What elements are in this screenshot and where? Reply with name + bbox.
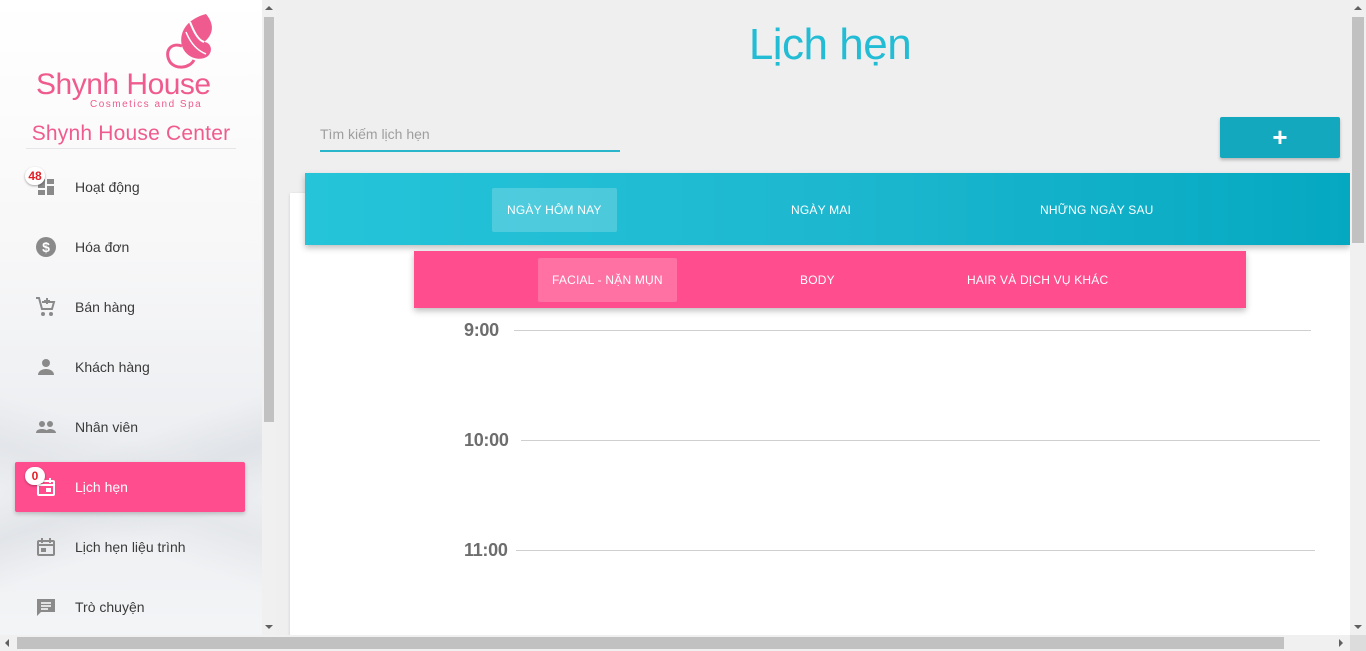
sidebar-item-label: Nhân viên [75, 419, 139, 435]
notification-badge: 48 [25, 167, 45, 185]
time-slot-line [516, 550, 1315, 551]
main-scrollbar[interactable] [1350, 0, 1366, 635]
sidebar-item-lich-hen[interactable]: 0 Lịch hẹn [15, 462, 245, 512]
scrollbar-thumb[interactable] [264, 17, 274, 422]
sidebar-item-hoa-don[interactable]: $ Hóa đơn [15, 222, 245, 272]
chat-icon [37, 599, 55, 616]
center-name: Shynh House Center [31, 122, 231, 145]
sidebar-item-khach-hang[interactable]: Khách hàng [15, 342, 245, 392]
person-icon [38, 359, 54, 375]
butterfly-logo-icon [166, 14, 212, 69]
scroll-down-arrow-icon[interactable] [265, 625, 273, 629]
logo-text: Shynh House [36, 68, 211, 101]
time-slot-label: 10:00 [464, 430, 509, 450]
people-icon [36, 421, 56, 433]
sidebar-item-label: Lịch hẹn [75, 479, 128, 495]
notification-badge: 0 [25, 467, 45, 485]
sidebar-nav: 48 Hoạt động $ Hóa đơn Bán hàng Khách hà… [15, 162, 245, 635]
sidebar: Shynh House Cosmetics and Spa Shynh Hous… [0, 0, 262, 635]
tab-today[interactable]: NGÀY HÔM NAY [492, 188, 617, 232]
sidebar-item-label: Khách hàng [75, 359, 150, 375]
scroll-down-arrow-icon[interactable] [1354, 625, 1362, 629]
main-content: Lịch hẹn + NGÀY HÔM NAY NGÀY MAI NHỮNG N… [276, 0, 1350, 643]
sidebar-item-hoat-dong[interactable]: 48 Hoạt động [15, 162, 245, 212]
scroll-right-arrow-icon[interactable] [1339, 639, 1343, 647]
scrollbar-thumb[interactable] [1352, 17, 1364, 243]
sidebar-item-label: Trò chuyện [75, 599, 145, 615]
dollar-circle-icon: $ [36, 237, 56, 257]
tab-body[interactable]: BODY [786, 258, 849, 302]
scroll-left-arrow-icon[interactable] [5, 639, 9, 647]
day-tabs: NGÀY HÔM NAY NGÀY MAI NHỮNG NGÀY SAU [305, 173, 1350, 245]
sidebar-item-label: Hóa đơn [75, 239, 130, 255]
page-title: Lịch hẹn [748, 20, 912, 69]
add-cart-icon [36, 297, 56, 316]
time-slot-label: 9:00 [464, 320, 499, 340]
divider [26, 148, 236, 149]
tab-hair-other[interactable]: HAIR VÀ DỊCH VỤ KHÁC [953, 258, 1122, 302]
search-input[interactable] [320, 118, 620, 150]
scrollbar-corner [1350, 635, 1366, 651]
sidebar-scrollbar[interactable] [262, 0, 276, 635]
sidebar-item-label: Bán hàng [75, 299, 135, 315]
scroll-up-arrow-icon[interactable] [265, 6, 273, 10]
svg-text:$: $ [42, 239, 50, 255]
tab-facial[interactable]: FACIAL - NẶN MỤN [538, 258, 677, 302]
sidebar-item-tro-chuyen[interactable]: Trò chuyện [15, 582, 245, 632]
service-tabs: FACIAL - NẶN MỤN BODY HAIR VÀ DỊCH VỤ KH… [414, 251, 1246, 308]
calendar-icon [37, 538, 55, 556]
search-field[interactable] [320, 118, 620, 152]
add-appointment-button[interactable]: + [1220, 117, 1340, 158]
horizontal-scrollbar[interactable] [0, 635, 1366, 651]
sidebar-item-label: Hoạt động [75, 179, 140, 195]
time-slot-line [514, 330, 1311, 331]
sidebar-item-nhan-vien[interactable]: Nhân viên [15, 402, 245, 452]
brand-logo[interactable]: Shynh House Cosmetics and Spa [36, 12, 226, 112]
sidebar-item-lich-hen-lieu-trinh[interactable]: Lịch hẹn liệu trình [15, 522, 245, 572]
logo-subtitle: Cosmetics and Spa [90, 99, 203, 110]
tab-later-days[interactable]: NHỮNG NGÀY SAU [1025, 188, 1169, 232]
scrollbar-thumb[interactable] [17, 637, 1284, 649]
scroll-up-arrow-icon[interactable] [1354, 6, 1362, 10]
sidebar-item-ban-hang[interactable]: Bán hàng [15, 282, 245, 332]
tab-tomorrow[interactable]: NGÀY MAI [776, 188, 866, 232]
sidebar-item-label: Lịch hẹn liệu trình [75, 539, 186, 555]
time-slot-label: 11:00 [464, 540, 508, 560]
time-slot-line [521, 440, 1320, 441]
